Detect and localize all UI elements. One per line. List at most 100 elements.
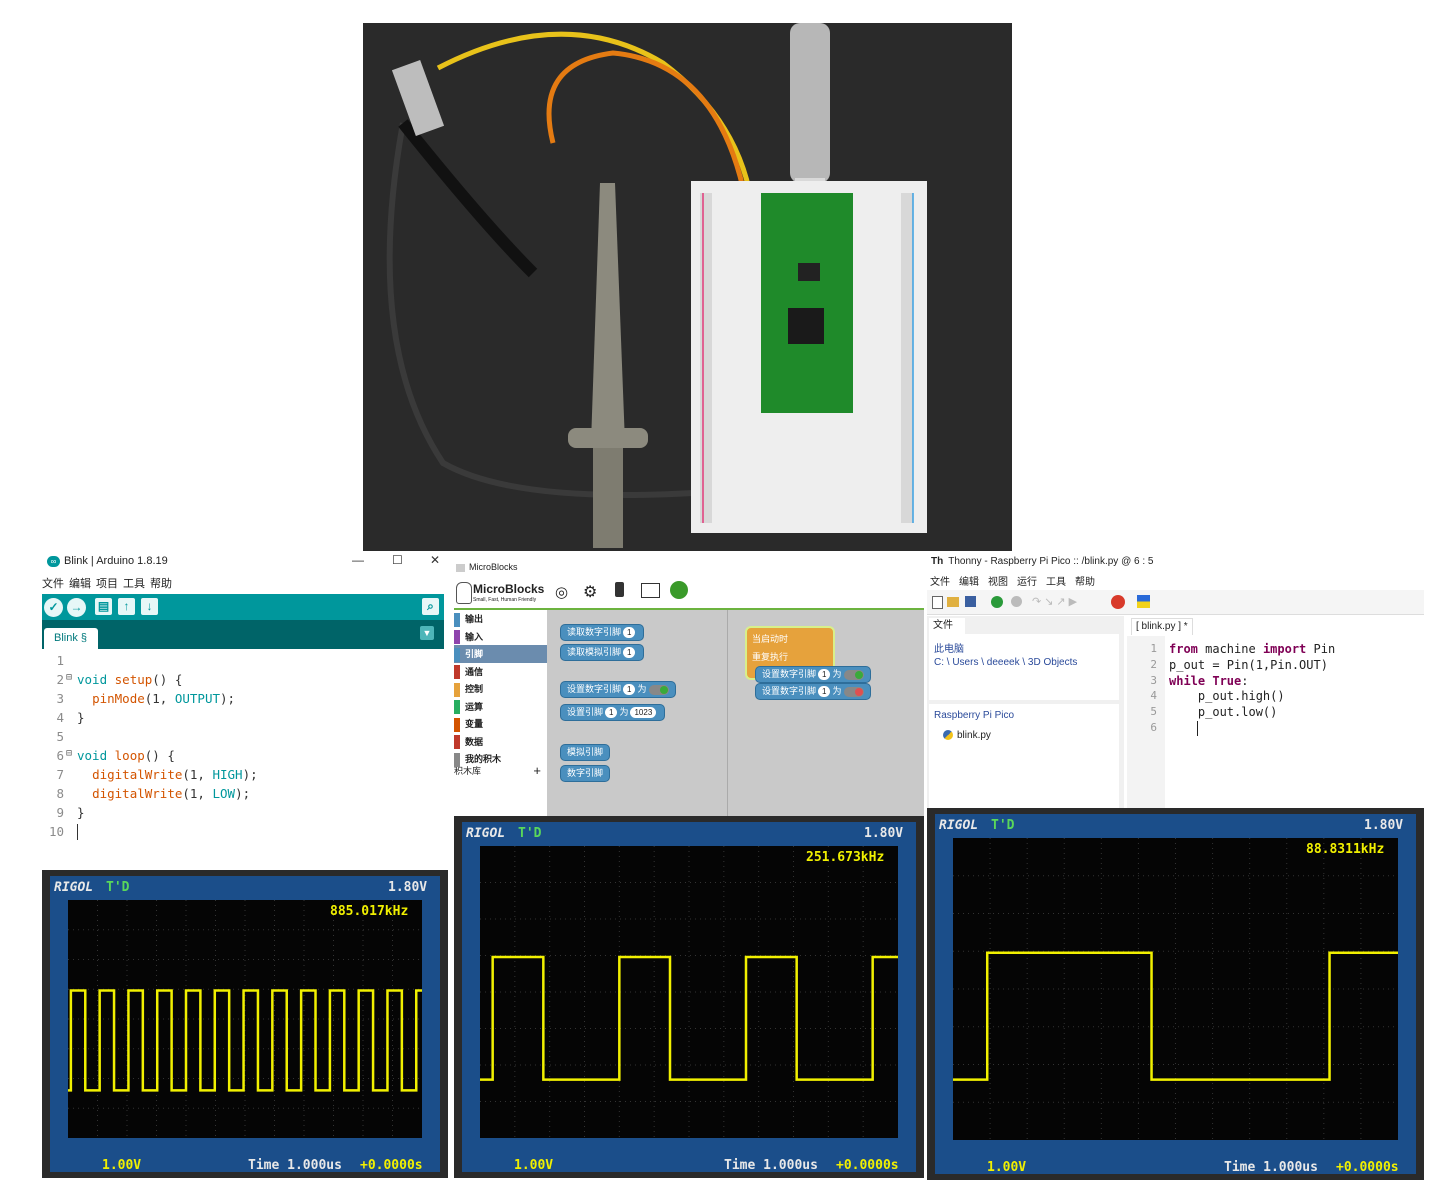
category-item[interactable]: 通信 <box>454 663 547 681</box>
menu-tools[interactable]: 工具 <box>1046 577 1066 588</box>
pin-number[interactable]: 1 <box>818 669 831 680</box>
menu-run[interactable]: 运行 <box>1017 577 1037 588</box>
category-item[interactable]: 引脚 <box>454 645 547 663</box>
code-text: while True: <box>1169 673 1249 688</box>
frequency-readout: 88.8311kHz <box>1306 842 1385 857</box>
timebase-readout: Time 1.000us <box>248 1158 342 1173</box>
when-started-hat[interactable]: 当启动时 <box>752 632 788 645</box>
code-line[interactable]: 5 p_out.low() <box>1127 705 1417 721</box>
graph-icon[interactable] <box>641 583 660 598</box>
thonny-editor[interactable]: [ blink.py ] * 1 from machine import Pin 2… <box>1127 616 1424 808</box>
menu-help[interactable]: 帮助 <box>150 578 177 590</box>
code-line[interactable]: 4 p_out.high() <box>1127 689 1417 705</box>
save-button[interactable]: ↓ <box>141 598 158 615</box>
tab-blink[interactable]: Blink § <box>44 628 98 649</box>
value-input[interactable]: 1023 <box>630 707 657 718</box>
pin-number[interactable]: 1 <box>623 647 636 658</box>
serial-monitor-button[interactable]: ⌕ <box>422 598 439 615</box>
category-item[interactable]: 控制 <box>454 680 547 698</box>
menu-view[interactable]: 视图 <box>988 577 1008 588</box>
close-button[interactable]: ✕ <box>430 553 440 567</box>
category-item[interactable]: 输入 <box>454 628 547 646</box>
run-icon[interactable] <box>991 596 1003 608</box>
forever-block[interactable]: 重复执行 <box>752 650 788 663</box>
code-text: } <box>77 805 85 820</box>
code-line[interactable]: 7 digitalWrite(1, HIGH); <box>42 767 437 786</box>
new-file-icon[interactable] <box>932 596 943 609</box>
code-line[interactable]: 6 <box>1127 721 1417 737</box>
connection-status-icon[interactable] <box>670 581 688 599</box>
tab-menu-button[interactable]: ▼ <box>420 626 434 640</box>
category-item[interactable]: 我的积木 <box>454 750 547 768</box>
fold-icon[interactable]: ⊟ <box>66 748 72 759</box>
new-button[interactable]: ▤ <box>95 598 112 615</box>
step-icons[interactable]: ↷↘↗▶ <box>1032 595 1080 608</box>
line-number: 3 <box>1150 673 1157 687</box>
oscilloscope-microblocks: RIGOL T'D 1.80V 251.673kHz 1.00V Time 1.000us… <box>454 816 924 1178</box>
open-file-icon[interactable] <box>947 597 959 607</box>
menu-tools[interactable]: 工具 <box>123 578 150 590</box>
code-line[interactable]: 2 p_out = Pin(1,Pin.OUT) <box>1127 658 1417 674</box>
upload-button[interactable]: → <box>67 598 86 617</box>
code-line[interactable]: 1 <box>42 653 437 672</box>
pin-number[interactable]: 1 <box>605 707 618 718</box>
category-color-swatch <box>454 612 460 627</box>
read-digital-block[interactable]: 读取数字引脚 1 <box>560 624 645 641</box>
editor-tab[interactable]: [ blink.py ] * <box>1131 618 1193 635</box>
category-item[interactable]: 运算 <box>454 698 547 716</box>
boolean-toggle-false[interactable] <box>844 686 865 697</box>
line-number: 5 <box>1150 705 1157 719</box>
files-tab[interactable]: 文件 <box>929 618 965 634</box>
boolean-toggle-true[interactable] <box>844 669 865 680</box>
file-item[interactable]: blink.py <box>929 721 1119 741</box>
maximize-button[interactable]: ☐ <box>392 553 403 567</box>
category-item[interactable]: 变量 <box>454 715 547 733</box>
code-line[interactable]: 2 ⊟ void setup() { <box>42 672 437 691</box>
code-line[interactable]: 4} <box>42 710 437 729</box>
code-line[interactable]: 5 <box>42 729 437 748</box>
pin-number[interactable]: 1 <box>818 686 831 697</box>
minimize-button[interactable]: — <box>352 553 364 567</box>
script-set-high-block[interactable]: 设置数字引脚 1 为 <box>755 666 872 683</box>
code-line[interactable]: 6 ⊟ void loop() { <box>42 748 437 767</box>
code-line[interactable]: 3 pinMode(1, OUTPUT); <box>42 691 437 710</box>
debug-icon[interactable] <box>1011 596 1022 607</box>
script-set-low-block[interactable]: 设置数字引脚 1 为 <box>755 683 872 700</box>
analog-pins-block[interactable]: 模拟引脚 <box>560 744 611 761</box>
globe-icon[interactable]: ◎ <box>555 583 568 601</box>
verify-button[interactable]: ✓ <box>44 598 63 617</box>
menu-file[interactable]: 文件 <box>42 578 69 590</box>
menu-edit[interactable]: 编辑 <box>69 578 96 590</box>
digital-pins-block[interactable]: 数字引脚 <box>560 765 611 782</box>
boolean-toggle[interactable] <box>649 684 670 695</box>
channel-scale: 1.00V <box>514 1158 554 1173</box>
category-item[interactable]: 数据 <box>454 733 547 751</box>
code-area[interactable]: 1 from machine import Pin 2 p_out = Pin(1,P… <box>1127 642 1424 802</box>
set-digital-block[interactable]: 设置数字引脚 1 为 <box>560 681 677 698</box>
save-file-icon[interactable] <box>965 596 976 607</box>
flag-icon[interactable] <box>1137 595 1150 608</box>
stop-icon[interactable] <box>1111 595 1125 609</box>
pin-number[interactable]: 1 <box>623 627 636 638</box>
menu-sketch[interactable]: 项目 <box>96 578 123 590</box>
menu-file[interactable]: 文件 <box>930 577 950 588</box>
trigger-voltage: 1.80V <box>1364 818 1404 833</box>
code-line[interactable]: 10 <box>42 824 437 843</box>
code-line[interactable]: 8 digitalWrite(1, LOW); <box>42 786 437 805</box>
board-icon[interactable] <box>615 582 624 597</box>
code-line[interactable]: 1 from machine import Pin <box>1127 642 1417 658</box>
fold-icon[interactable]: ⊟ <box>66 672 72 683</box>
set-pin-block[interactable]: 设置引脚 1 为 1023 <box>560 704 666 721</box>
pin-number[interactable]: 1 <box>623 684 636 695</box>
read-analog-block[interactable]: 读取模拟引脚 1 <box>560 644 645 661</box>
path-label[interactable]: C: \ Users \ deeeek \ 3D Objects <box>929 655 1119 668</box>
arduino-code-editor[interactable]: 1 2 ⊟ void setup() {3 pinMode(1, OUTPUT); 4}… <box>42 651 444 870</box>
code-line[interactable]: 3 while True: <box>1127 674 1417 690</box>
code-text: void loop() { <box>77 748 175 763</box>
gear-icon[interactable]: ⚙ <box>583 582 597 602</box>
category-item[interactable]: 输出 <box>454 610 547 628</box>
menu-help[interactable]: 帮助 <box>1075 577 1095 588</box>
open-button[interactable]: ↑ <box>118 598 135 615</box>
code-line[interactable]: 9} <box>42 805 437 824</box>
menu-edit[interactable]: 编辑 <box>959 577 979 588</box>
